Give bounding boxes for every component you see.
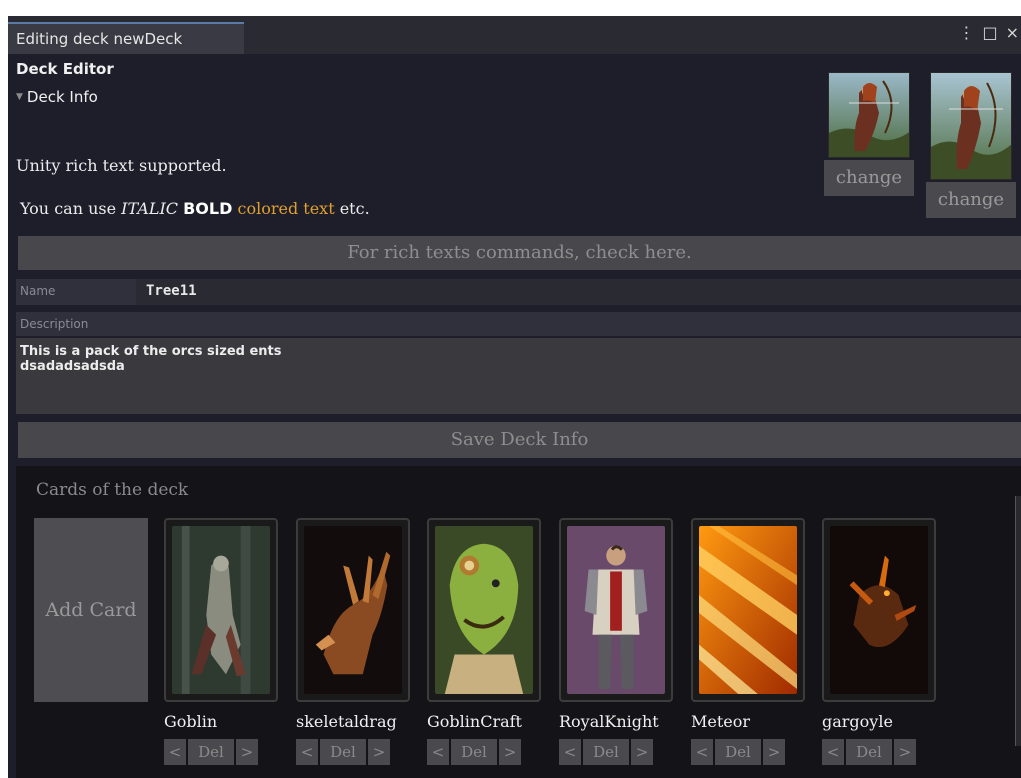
move-right-button[interactable]: > (499, 739, 521, 765)
tab-bar: Editing deck newDeck ⋮ □ × (8, 16, 1021, 54)
save-deck-info-button[interactable]: Save Deck Info (18, 422, 1021, 458)
move-right-button[interactable]: > (236, 739, 258, 765)
deck-artwork-image (930, 72, 1012, 180)
card-controls: < Del > (559, 739, 673, 765)
deck-artwork-slot-2: change (926, 72, 1016, 218)
foldout-label: Deck Info (26, 88, 98, 106)
card-art-royalknight (567, 526, 665, 694)
rich-text-prefix: You can use (20, 199, 122, 218)
cards-panel: Cards of the deck Add Card Goblin < Del (16, 466, 1021, 778)
move-left-button[interactable]: < (822, 739, 844, 765)
move-left-button[interactable]: < (164, 739, 186, 765)
name-label: Name (16, 279, 136, 305)
change-artwork-button-2[interactable]: change (926, 182, 1016, 218)
window-controls: ⋮ □ × (958, 23, 1019, 42)
deck-artwork-image (828, 72, 910, 158)
card-art-gargoyle (830, 526, 928, 694)
card-name: RoyalKnight (559, 712, 659, 731)
card-name: skeletaldrag (296, 712, 397, 731)
bold-sample: BOLD (183, 199, 233, 218)
card-image-frame[interactable] (296, 518, 410, 702)
card-item: Meteor < Del > (691, 518, 805, 765)
description-label: Description (16, 312, 1021, 336)
cards-section-title: Cards of the deck (36, 480, 189, 500)
add-card-button[interactable]: Add Card (34, 518, 148, 702)
card-name: GoblinCraft (427, 712, 522, 731)
deck-editor-window: Editing deck newDeck ⋮ □ × Deck Editor ▼… (8, 16, 1021, 778)
card-art-meteor (699, 526, 797, 694)
card-image-frame[interactable] (164, 518, 278, 702)
card-name: Meteor (691, 712, 751, 731)
rich-text-info: Unity rich text supported. (16, 156, 227, 175)
description-textarea[interactable]: This is a pack of the orcs sized ents ds… (16, 338, 1021, 414)
delete-card-button[interactable]: Del (188, 739, 234, 765)
card-image-frame[interactable] (691, 518, 805, 702)
tab-editing-deck[interactable]: Editing deck newDeck (8, 22, 244, 54)
card-image-frame[interactable] (427, 518, 541, 702)
move-left-button[interactable]: < (427, 739, 449, 765)
card-item: GoblinCraft < Del > (427, 518, 541, 765)
move-left-button[interactable]: < (691, 739, 713, 765)
card-name: Goblin (164, 712, 218, 731)
card-art-goblin (172, 526, 270, 694)
card-art-skeletaldrag (304, 526, 402, 694)
move-right-button[interactable]: > (631, 739, 653, 765)
colored-sample: colored text (237, 199, 335, 218)
delete-card-button[interactable]: Del (846, 739, 892, 765)
card-controls: < Del > (164, 739, 278, 765)
rich-text-suffix: etc. (334, 199, 370, 218)
card-controls: < Del > (822, 739, 936, 765)
italic-sample: ITALIC (121, 199, 179, 218)
triangle-down-icon: ▼ (16, 92, 23, 102)
card-name: gargoyle (822, 712, 893, 731)
deck-info-foldout[interactable]: ▼ Deck Info (16, 88, 98, 106)
card-art-goblincraft (435, 526, 533, 694)
editor-title: Deck Editor (16, 60, 114, 78)
menu-icon[interactable]: ⋮ (958, 23, 974, 42)
card-controls: < Del > (691, 739, 805, 765)
rich-text-example: You can use ITALIC BOLD colored text etc… (20, 199, 370, 218)
card-image-frame[interactable] (822, 518, 936, 702)
card-item: RoyalKnight < Del > (559, 518, 673, 765)
close-icon[interactable]: × (1006, 23, 1019, 42)
card-controls: < Del > (427, 739, 541, 765)
delete-card-button[interactable]: Del (451, 739, 497, 765)
card-controls: < Del > (296, 739, 410, 765)
card-item: skeletaldrag < Del > (296, 518, 410, 765)
card-item: Goblin < Del > (164, 518, 278, 765)
delete-card-button[interactable]: Del (320, 739, 366, 765)
move-right-button[interactable]: > (894, 739, 916, 765)
move-right-button[interactable]: > (368, 739, 390, 765)
move-right-button[interactable]: > (763, 739, 785, 765)
card-item: gargoyle < Del > (822, 518, 936, 765)
name-input[interactable]: Tree11 (136, 279, 1021, 305)
maximize-icon[interactable]: □ (982, 23, 997, 42)
name-field-row: Name Tree11 (16, 279, 1021, 305)
change-artwork-button-1[interactable]: change (824, 160, 914, 196)
delete-card-button[interactable]: Del (583, 739, 629, 765)
vertical-scrollbar[interactable] (1015, 496, 1021, 746)
rich-text-help-button[interactable]: For rich texts commands, check here. (18, 236, 1021, 270)
deck-artwork-slot-1: change (824, 72, 914, 196)
move-left-button[interactable]: < (296, 739, 318, 765)
delete-card-button[interactable]: Del (715, 739, 761, 765)
card-image-frame[interactable] (559, 518, 673, 702)
move-left-button[interactable]: < (559, 739, 581, 765)
